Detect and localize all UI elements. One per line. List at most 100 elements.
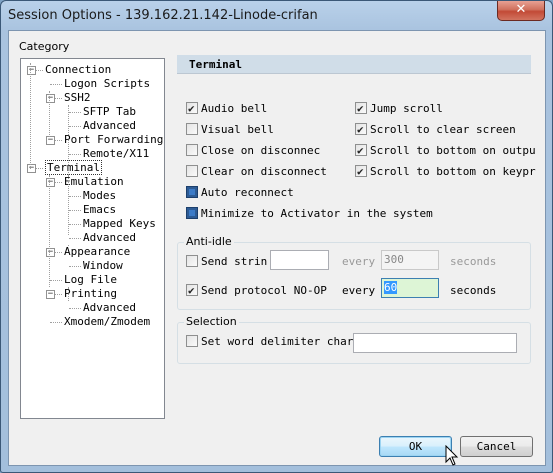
collapse-icon[interactable]: −	[46, 178, 55, 187]
category-tree[interactable]: Connection − Logon Scripts SSH2− SFTP Tab Adv…	[20, 58, 165, 419]
collapse-icon[interactable]: −	[46, 136, 55, 145]
minimize-to-activator-in-the-system-checkbox[interactable]	[186, 207, 198, 219]
tree-guide-line	[68, 287, 69, 301]
tree-item-label: Printing	[64, 287, 117, 300]
tree-item-label: Window	[83, 259, 123, 272]
clear-on-disconnect-checkbox[interactable]	[186, 165, 198, 177]
seconds-label-1: seconds	[450, 255, 497, 268]
tree-item-appearance[interactable]: Appearance	[64, 245, 130, 258]
word-delimiter-field[interactable]	[353, 333, 517, 353]
scroll-to-bottom-on-outpu-label: Scroll to bottom on outpu	[370, 144, 536, 157]
panel-header: Terminal	[177, 55, 531, 74]
scroll-to-bottom-on-outpu-checkbox[interactable]	[355, 143, 367, 158]
tree-item-xmodem-zmodem[interactable]: Xmodem/Zmodem	[64, 315, 150, 328]
collapse-icon[interactable]: −	[27, 66, 36, 75]
page-title: Terminal	[189, 58, 242, 71]
scroll-to-bottom-on-keypr-label: Scroll to bottom on keypr	[370, 165, 536, 178]
tree-item-window[interactable]: Window	[83, 259, 123, 272]
visual-bell-label: Visual bell	[201, 123, 274, 136]
send-noop-label: Send protocol NO-OP	[201, 284, 327, 297]
minimize-to-activator-in-the-system-label: Minimize to Activator in the system	[201, 207, 433, 220]
tree-item-label: Remote/X11	[83, 147, 150, 160]
tree-item-label: Modes	[83, 189, 117, 202]
tree-item-emacs[interactable]: Emacs	[83, 203, 116, 216]
clear-on-disconnect-label: Clear on disconnect	[201, 165, 327, 178]
tree-item-emulation[interactable]: Emulation	[64, 175, 124, 188]
tree-connector	[69, 196, 81, 197]
dialog-body: Category Connection − Logon Scripts SSH2− SF…	[8, 30, 546, 466]
close-on-disconnec-checkbox[interactable]	[186, 144, 198, 156]
word-delimiter-input[interactable]	[356, 336, 512, 349]
collapse-icon[interactable]: −	[46, 248, 55, 257]
visual-bell-checkbox[interactable]	[186, 123, 198, 135]
every-seconds-input-1[interactable]	[384, 253, 434, 266]
close-on-disconnec-label: Close on disconnec	[201, 144, 321, 157]
tree-item-connection[interactable]: Connection	[45, 63, 111, 76]
tree-item-printing[interactable]: Printing	[64, 287, 117, 300]
tree-connector	[69, 210, 81, 211]
jump-scroll-checkbox[interactable]	[355, 101, 367, 116]
tree-connector	[69, 238, 81, 239]
send-noop-checkbox[interactable]	[186, 283, 198, 298]
ok-button[interactable]: OK	[379, 436, 452, 457]
tree-item-advanced[interactable]: Advanced	[83, 231, 136, 244]
every-seconds-value-2[interactable]: 60	[384, 281, 398, 294]
tree-connector	[69, 308, 81, 309]
tree-item-label: Emulation	[64, 175, 124, 188]
tree-item-log-file[interactable]: Log File	[64, 273, 117, 286]
word-delimiter-checkbox[interactable]	[186, 335, 198, 347]
tree-item-mapped-keys[interactable]: Mapped Keys	[83, 217, 156, 230]
tree-item-ssh2[interactable]: SSH2	[64, 91, 91, 104]
tree-item-advanced[interactable]: Advanced	[83, 301, 136, 314]
every-label-1: every	[342, 255, 376, 268]
scroll-to-bottom-on-keypr-checkbox[interactable]	[355, 164, 367, 179]
auto-reconnect-checkbox[interactable]	[186, 186, 198, 198]
word-delimiter-label: Set word delimiter chara	[201, 335, 360, 348]
tree-item-port-forwarding[interactable]: Port Forwarding	[64, 133, 163, 146]
tree-guide-line	[68, 175, 69, 235]
every-seconds-field-2[interactable]: 60	[381, 278, 439, 298]
tree-connector	[69, 154, 81, 155]
send-string-label: Send strin	[201, 255, 268, 268]
tree-item-sftp-tab[interactable]: SFTP Tab	[83, 105, 136, 118]
tree-item-terminal[interactable]: Terminal	[45, 160, 102, 175]
seconds-label-2: seconds	[450, 284, 497, 297]
tree-item-label: Appearance	[64, 245, 131, 258]
title-bar[interactable]: Session Options - 139.162.21.142-Linode-…	[1, 1, 552, 31]
tree-item-label: Log File	[64, 273, 117, 286]
every-seconds-field-1[interactable]	[381, 250, 439, 270]
tree-item-label: Terminal	[45, 160, 102, 175]
close-icon: ✕	[515, 2, 527, 17]
tree-guide-line	[68, 105, 69, 179]
scroll-to-clear-screen-label: Scroll to clear screen	[370, 123, 516, 136]
tree-connector	[50, 84, 62, 85]
tree-guide-line	[49, 175, 50, 287]
tree-connector	[50, 322, 62, 323]
scroll-to-clear-screen-checkbox[interactable]	[355, 122, 367, 137]
tree-connector	[50, 280, 62, 281]
anti-idle-group: Anti-idle	[177, 235, 531, 310]
collapse-icon[interactable]: −	[46, 94, 55, 103]
tree-item-logon-scripts[interactable]: Logon Scripts	[64, 77, 150, 90]
send-string-checkbox[interactable]	[186, 255, 198, 267]
tree-item-label: Emacs	[83, 203, 117, 216]
audio-bell-checkbox[interactable]	[186, 101, 198, 116]
audio-bell-label: Audio bell	[201, 102, 268, 115]
tree-item-label: Logon Scripts	[64, 77, 151, 90]
every-label-2: every	[342, 284, 376, 297]
send-string-input[interactable]	[273, 253, 324, 266]
tree-item-advanced[interactable]: Advanced	[83, 119, 136, 132]
tree-item-label: Port Forwarding	[64, 133, 164, 146]
close-window-button[interactable]: ✕	[497, 1, 545, 21]
tree-item-modes[interactable]: Modes	[83, 189, 116, 202]
tree-item-label: SSH2	[64, 91, 91, 104]
tree-item-remote-x11[interactable]: Remote/X11	[83, 147, 149, 160]
session-options-window: Session Options - 139.162.21.142-Linode-…	[0, 0, 553, 473]
tree-item-label: Connection	[45, 63, 112, 76]
collapse-icon[interactable]: −	[46, 290, 55, 299]
send-string-field[interactable]	[270, 250, 329, 270]
jump-scroll-label: Jump scroll	[370, 102, 443, 115]
collapse-icon[interactable]: −	[27, 164, 36, 173]
anti-idle-title: Anti-idle	[184, 235, 234, 248]
cancel-button[interactable]: Cancel	[460, 436, 533, 457]
